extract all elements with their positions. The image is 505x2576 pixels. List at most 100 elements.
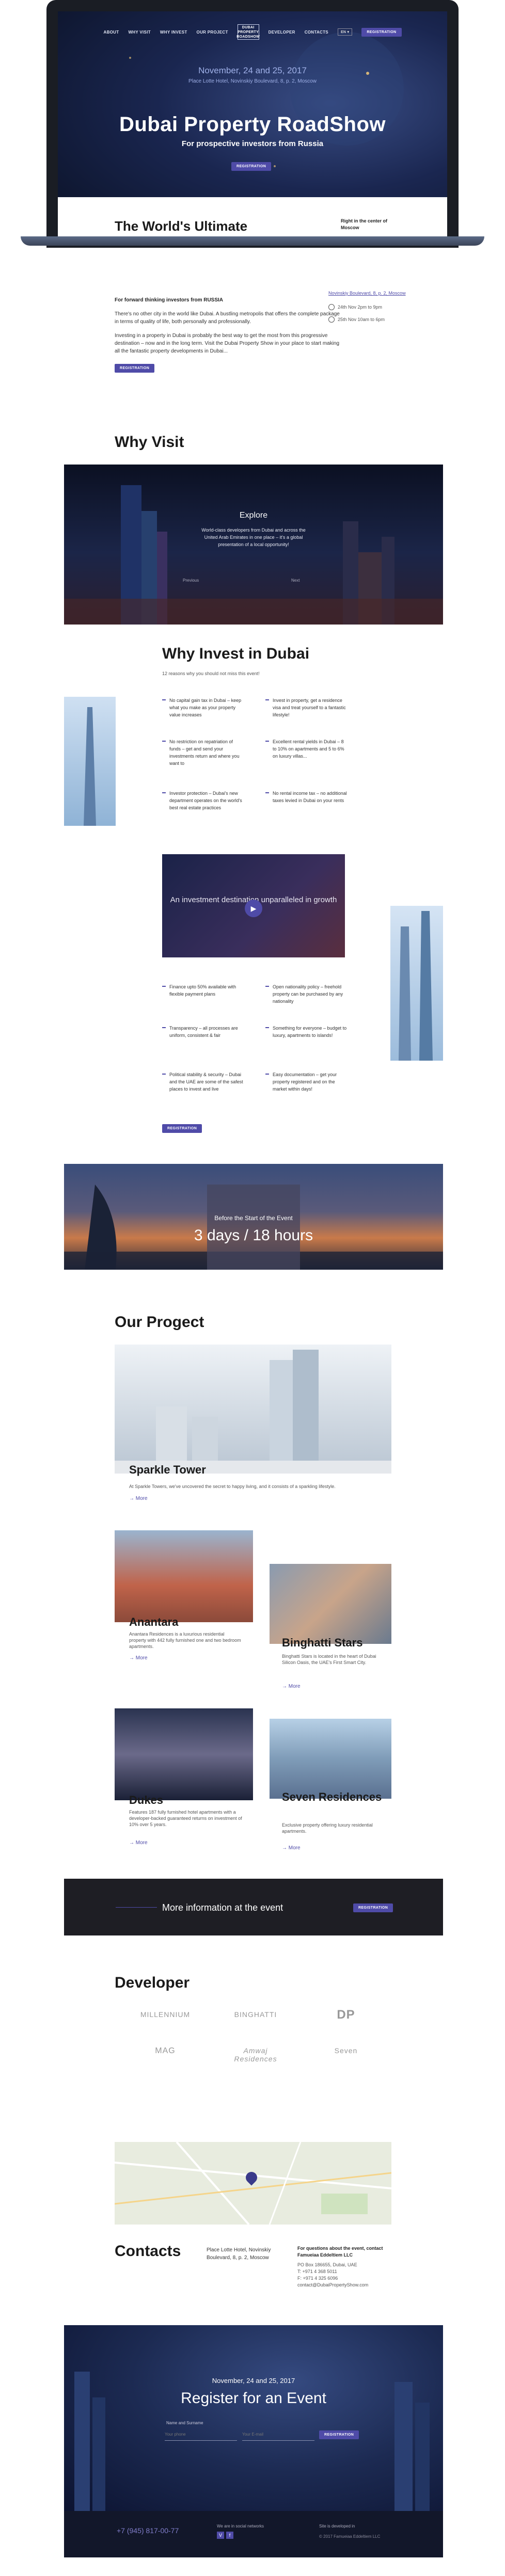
explore-heading: Explore bbox=[239, 511, 268, 520]
about-registration-button[interactable]: REGISTRATION bbox=[115, 364, 155, 373]
top-nav: ABOUT WHY VISIT WHY INVEST OUR PROJECT D… bbox=[58, 23, 447, 41]
logo-line1: DUBAI bbox=[242, 25, 255, 29]
why-invest-subtitle: 12 reasons why you should not miss this … bbox=[162, 671, 260, 676]
project-dukes-image[interactable] bbox=[115, 1708, 253, 1800]
why-visit-text: World-class developers from Dubai and ac… bbox=[201, 527, 306, 547]
why-invest-title: Why Invest in Dubai bbox=[162, 645, 310, 662]
why-visit-banner: Explore World-class developers from Duba… bbox=[64, 465, 443, 625]
nav-about[interactable]: ABOUT bbox=[104, 30, 119, 35]
nav-registration-button[interactable]: REGISTRATION bbox=[361, 27, 402, 37]
play-icon[interactable]: ▶ bbox=[245, 900, 262, 917]
project-sparkle-text: At Sparkle Towers, we've uncovered the s… bbox=[129, 1484, 336, 1489]
project-dukes-more[interactable]: → More bbox=[129, 1840, 148, 1846]
developer-logo-amwaj[interactable]: Amwaj Residences bbox=[222, 2046, 289, 2063]
cta-line bbox=[116, 1907, 157, 1908]
footer-dev-label: Site is developed in bbox=[319, 2524, 355, 2529]
vk-icon[interactable]: V bbox=[217, 2532, 224, 2539]
carousel-prev[interactable]: Previous bbox=[183, 578, 199, 583]
email-input[interactable] bbox=[242, 2428, 314, 2441]
feature-6: No rental income tax – no additional tax… bbox=[265, 790, 348, 804]
logo-line2: PROPERTY bbox=[238, 30, 259, 34]
feature-5: Investor protection – Dubai's new depart… bbox=[162, 790, 245, 811]
tower-illustration bbox=[399, 911, 433, 1061]
language-select[interactable]: EN ▾ bbox=[337, 28, 353, 36]
projects-title: Our Progect bbox=[115, 1314, 204, 1331]
contacts-line-1: PO Box 186655, Dubai, UAE bbox=[297, 2262, 357, 2267]
phone-input[interactable] bbox=[165, 2428, 237, 2441]
project-anantara-image[interactable] bbox=[115, 1530, 253, 1622]
developer-logo-seven[interactable]: Seven bbox=[312, 2046, 380, 2055]
project-seven-more[interactable]: → More bbox=[282, 1845, 301, 1851]
project-binghatti-image[interactable] bbox=[270, 1564, 391, 1644]
project-binghatti-more[interactable]: → More bbox=[282, 1684, 301, 1689]
nav-why-visit[interactable]: WHY VISIT bbox=[128, 30, 150, 35]
clock-icon bbox=[328, 316, 335, 323]
register-submit-button[interactable]: REGISTRATION bbox=[319, 2430, 359, 2439]
hero-subtitle: Place Lotte Hotel, Novinskiy Boulevard, … bbox=[188, 78, 317, 84]
nav-contacts[interactable]: CONTACTS bbox=[305, 30, 328, 35]
location-map[interactable] bbox=[115, 2142, 391, 2225]
register-name-label: Name and Surname bbox=[166, 2421, 203, 2425]
project-sparkle-image[interactable] bbox=[115, 1345, 391, 1474]
cta-registration-button[interactable]: REGISTRATION bbox=[353, 1903, 393, 1912]
about-para1: There's no other city in the world like … bbox=[115, 311, 340, 325]
contacts-info: For questions about the event, contact F… bbox=[297, 2245, 396, 2289]
contacts-line-2: T: +971 4 368 5011 bbox=[297, 2269, 337, 2274]
feature-12: Easy documentation – get your property r… bbox=[265, 1071, 348, 1093]
developer-logo-binghatti[interactable]: BINGHATTI bbox=[222, 2010, 289, 2019]
laptop-base bbox=[21, 236, 484, 246]
project-dukes-name: Dukes bbox=[129, 1794, 164, 1806]
feature-10: Something for everyone – budget to luxur… bbox=[265, 1025, 348, 1039]
hero-date: November, 24 and 25, 2017 bbox=[198, 66, 307, 75]
facebook-icon[interactable]: f bbox=[226, 2532, 233, 2539]
project-anantara-name: Anantara bbox=[129, 1615, 179, 1628]
feature-2: Invest in property, get a residence visa… bbox=[265, 697, 348, 718]
laptop-frame: ABOUT WHY VISIT WHY INVEST OUR PROJECT D… bbox=[46, 0, 459, 248]
hero-registration-button[interactable]: REGISTRATION bbox=[231, 162, 272, 171]
nav-our-project[interactable]: OUR PROJECT bbox=[197, 30, 228, 35]
feature-3: No restriction on repatriation of funds … bbox=[162, 738, 245, 767]
project-sparkle-more[interactable]: → More bbox=[129, 1496, 148, 1501]
footer-phone[interactable]: +7 (945) 817-00-77 bbox=[117, 2526, 179, 2535]
invest-video[interactable]: An investment destination unparalleled i… bbox=[162, 854, 345, 957]
developer-logo-dp[interactable]: DP bbox=[312, 2008, 380, 2022]
footer-copyright: © 2017 Famueiaa Eddeltiem LLC bbox=[319, 2534, 381, 2539]
about-para2: Investing in a property in Dubai is prob… bbox=[115, 333, 340, 354]
tower-photo-right bbox=[390, 906, 443, 1061]
project-seven-image[interactable] bbox=[270, 1719, 391, 1799]
feature-8: Open nationality policy – freehold prope… bbox=[265, 983, 348, 1005]
project-anantara-more[interactable]: → More bbox=[129, 1655, 148, 1661]
register-section: November, 24 and 25, 2017 Register for a… bbox=[64, 2325, 443, 2511]
register-skyline-illustration bbox=[74, 2372, 430, 2511]
feature-1: No capital gain tax in Dubai – keep what… bbox=[162, 697, 245, 718]
carousel-next[interactable]: Next bbox=[291, 578, 299, 583]
countdown-banner: Before the Start of the Event 3 days / 1… bbox=[64, 1164, 443, 1270]
tower-photo-left bbox=[64, 697, 116, 826]
project-binghatti-text: Binghatti Stars is located in the heart … bbox=[282, 1654, 376, 1665]
register-date: November, 24 and 25, 2017 bbox=[212, 2377, 295, 2385]
developer-logo-millennium[interactable]: MILLENNIUM bbox=[132, 2010, 199, 2019]
invest-registration-button[interactable]: REGISTRATION bbox=[162, 1124, 202, 1133]
more-label: More bbox=[288, 1684, 301, 1689]
register-title: Register for an Event bbox=[181, 2390, 326, 2407]
logo-line3: ROADSHOW bbox=[236, 35, 260, 39]
site-logo[interactable]: DUBAI PROPERTY ROADSHOW bbox=[236, 24, 260, 40]
nav-why-invest[interactable]: WHY INVEST bbox=[160, 30, 187, 35]
developer-title: Developer bbox=[115, 1974, 190, 1991]
about-side-label: Right in the center of Moscow bbox=[341, 218, 387, 230]
countdown-value: 3 days / 18 hours bbox=[194, 1227, 313, 1244]
about-lead: For forward thinking investors from RUSS… bbox=[115, 297, 224, 303]
project-seven-text: Exclusive property offering luxury resid… bbox=[282, 1822, 373, 1834]
hero-screen: ABOUT WHY VISIT WHY INVEST OUR PROJECT D… bbox=[58, 11, 447, 241]
hero-title: Dubai Property RoadShow bbox=[119, 113, 386, 136]
more-label: More bbox=[135, 1840, 148, 1846]
address-link[interactable]: Novinskiy Boulevard, 8, p. 2, Moscow bbox=[328, 290, 406, 297]
about-preview-strip: The World's Ultimate Investment Destinat… bbox=[58, 197, 447, 241]
project-anantara-text: Anantara Residences is a luxurious resid… bbox=[129, 1631, 241, 1649]
feature-11: Political stability & security – Dubai a… bbox=[162, 1071, 245, 1093]
developer-logo-mag[interactable]: MAG bbox=[132, 2046, 199, 2056]
why-visit-title: Why Visit bbox=[115, 434, 184, 451]
nav-developer[interactable]: DEVELOPER bbox=[269, 30, 295, 35]
social-links: V f bbox=[217, 2532, 233, 2539]
contacts-email[interactable]: contact@DubaiPropertyShow.com bbox=[297, 2282, 396, 2289]
